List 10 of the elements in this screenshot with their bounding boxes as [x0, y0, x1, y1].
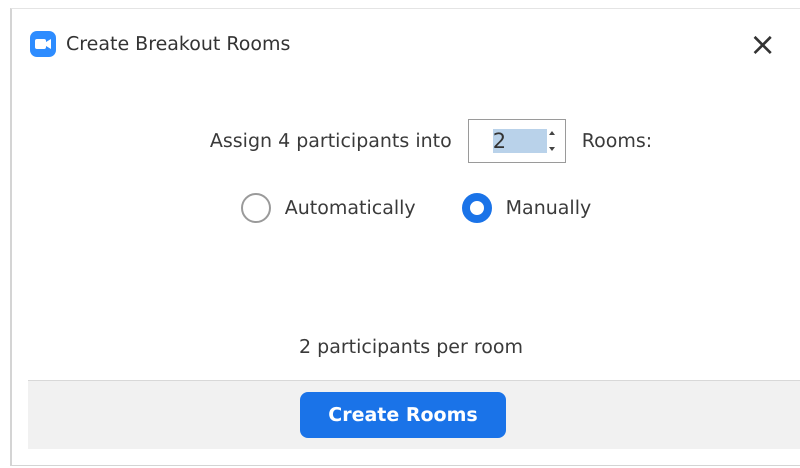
- close-button[interactable]: ×: [745, 28, 780, 60]
- radio-option[interactable]: Manually: [462, 193, 592, 223]
- participants-per-room-text: 2 participants per room: [299, 336, 523, 358]
- create-rooms-button[interactable]: Create Rooms: [300, 392, 506, 438]
- rooms-label: Rooms:: [582, 130, 652, 152]
- radio-option[interactable]: Automatically: [240, 193, 416, 223]
- room-count-spinner[interactable]: 2: [468, 119, 566, 163]
- video-camera-icon: [30, 31, 56, 57]
- assign-label: Assign 4 participants into: [210, 130, 452, 152]
- window-title: Create Breakout Rooms: [66, 33, 292, 55]
